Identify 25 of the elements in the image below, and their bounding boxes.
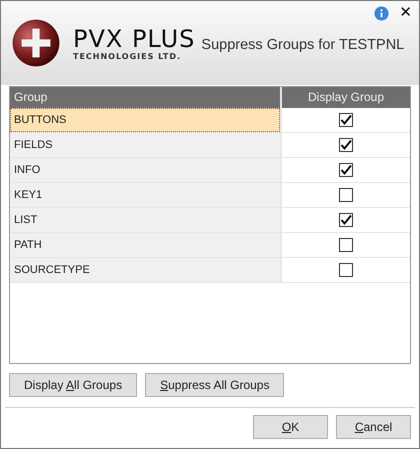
logo-title: PVX PLUS (73, 26, 196, 52)
close-button[interactable]: ✕ (399, 3, 412, 21)
checkbox[interactable] (339, 213, 353, 227)
checkbox[interactable] (339, 263, 353, 277)
logo-subtitle: TECHNOLOGIES LTD. (73, 52, 182, 60)
info-icon[interactable] (374, 6, 389, 21)
group-cell[interactable]: FIELDS (10, 133, 280, 157)
group-cell[interactable]: KEY1 (10, 183, 280, 207)
dialog-title: Suppress Groups for TESTPNL (201, 37, 404, 53)
group-cell[interactable]: PATH (10, 233, 280, 257)
checkbox[interactable] (339, 113, 353, 127)
group-action-button[interactable]: Display All Groups (9, 373, 138, 397)
group-cell[interactable]: BUTTONS (10, 108, 280, 132)
group-cell[interactable]: LIST (10, 208, 280, 232)
dialog-button[interactable]: Cancel (336, 415, 411, 439)
checkbox[interactable] (339, 163, 353, 177)
checkbox[interactable] (339, 238, 353, 252)
group-cell[interactable]: INFO (10, 158, 280, 182)
group-cell[interactable]: SOURCETYPE (10, 258, 280, 282)
column-header: Group (13, 89, 48, 106)
checkbox[interactable] (339, 138, 353, 152)
dialog-button[interactable]: OK (253, 415, 328, 439)
checkbox[interactable] (339, 188, 353, 202)
group-action-button[interactable]: Suppress All Groups (145, 373, 284, 397)
column-header: Display Group (280, 87, 410, 108)
